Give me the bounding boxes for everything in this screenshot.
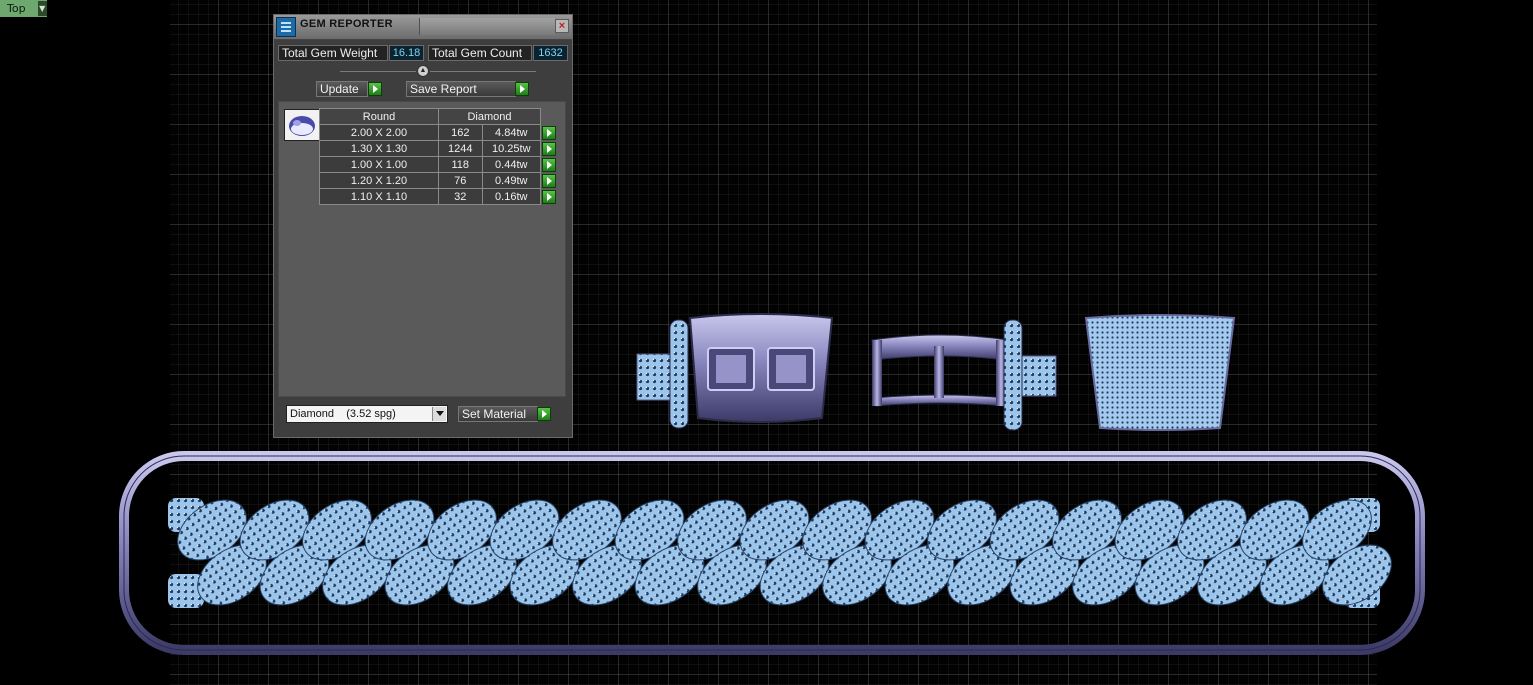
- set-material-button[interactable]: [537, 407, 551, 421]
- column-header-material: Diamond: [438, 108, 541, 125]
- clasp-tongue-model[interactable]: [871, 319, 1057, 431]
- jewelry-scene[interactable]: [0, 0, 1533, 685]
- gem-weight: 0.16tw: [481, 188, 542, 205]
- row-select-cell[interactable]: [541, 125, 558, 141]
- panel-titlebar[interactable]: GEM REPORTER ×: [274, 15, 572, 40]
- clasp-box-model[interactable]: [636, 313, 834, 429]
- row-select-button[interactable]: [542, 125, 556, 140]
- divider: [430, 71, 536, 72]
- save-report-button-label[interactable]: Save Report: [406, 81, 516, 97]
- gem-report-table: Round Diamond 2.00 X 2.00 162 4.84tw 1.30 X…: [319, 108, 558, 205]
- material-selected-value: Diamond (3.52 spg): [290, 408, 396, 420]
- close-icon[interactable]: ×: [555, 19, 569, 33]
- round-gem-thumbnail[interactable]: [284, 109, 320, 141]
- gem-count: 1244: [438, 140, 483, 157]
- gem-size: 1.30 X 1.30: [319, 140, 439, 157]
- row-select-cell[interactable]: [541, 189, 558, 205]
- total-gem-weight-label: Total Gem Weight: [278, 45, 388, 61]
- row-select-button[interactable]: [542, 173, 556, 188]
- row-select-cell[interactable]: [541, 157, 558, 173]
- viewport-view-label[interactable]: Top ▼: [0, 0, 47, 17]
- total-gem-count-label: Total Gem Count: [428, 45, 532, 61]
- column-header-shape: Round: [319, 108, 439, 125]
- pave-panel-model[interactable]: [1084, 314, 1236, 431]
- set-material-button-label[interactable]: Set Material: [458, 406, 538, 422]
- gem-reporter-icon: [276, 17, 296, 37]
- table-row[interactable]: 1.00 X 1.00 118 0.44tw: [319, 156, 558, 173]
- gem-weight: 10.25tw: [481, 140, 542, 157]
- table-row[interactable]: 1.20 X 1.20 76 0.49tw: [319, 172, 558, 189]
- table-row[interactable]: 1.30 X 1.30 1244 10.25tw: [319, 140, 558, 157]
- material-select[interactable]: Diamond (3.52 spg): [286, 405, 448, 423]
- row-select-button[interactable]: [542, 141, 556, 156]
- row-select-button[interactable]: [542, 157, 556, 172]
- row-select-cell[interactable]: [541, 173, 558, 189]
- row-select-cell[interactable]: [541, 141, 558, 157]
- table-row[interactable]: 2.00 X 2.00 162 4.84tw: [319, 124, 558, 141]
- title-drag-area[interactable]: [419, 18, 555, 35]
- collapse-knob-icon[interactable]: ▲: [417, 65, 429, 77]
- gem-weight: 4.84tw: [481, 124, 542, 141]
- divider: [340, 71, 416, 72]
- gem-count: 162: [438, 124, 483, 141]
- total-gem-count-value: 1632: [533, 45, 568, 61]
- gem-weight: 0.44tw: [481, 156, 542, 173]
- total-gem-weight-value: 16.18: [389, 45, 424, 61]
- update-button[interactable]: [368, 82, 382, 96]
- table-row[interactable]: 1.10 X 1.10 32 0.16tw: [319, 188, 558, 205]
- gem-count: 32: [438, 188, 483, 205]
- gem-size: 1.00 X 1.00: [319, 156, 439, 173]
- save-report-button[interactable]: [515, 82, 529, 96]
- update-button-label[interactable]: Update: [316, 81, 368, 97]
- gem-size: 1.10 X 1.10: [319, 188, 439, 205]
- gem-count: 76: [438, 172, 483, 189]
- gem-report-area: Round Diamond 2.00 X 2.00 162 4.84tw 1.30 X…: [278, 101, 566, 397]
- gem-count: 118: [438, 156, 483, 173]
- gem-size: 2.00 X 2.00: [319, 124, 439, 141]
- 3d-viewport[interactable]: Top ▼: [0, 0, 1533, 685]
- gem-weight: 0.49tw: [481, 172, 542, 189]
- view-name: Top: [7, 2, 26, 15]
- row-select-button[interactable]: [542, 189, 557, 204]
- gem-size: 1.20 X 1.20: [319, 172, 439, 189]
- gem-reporter-panel[interactable]: GEM REPORTER × Total Gem Weight 16.18 To…: [273, 14, 573, 438]
- chevron-down-icon[interactable]: [432, 407, 446, 421]
- panel-title: GEM REPORTER: [300, 18, 393, 30]
- chevron-down-icon[interactable]: ▼: [37, 1, 47, 16]
- cuban-chain-model[interactable]: [119, 451, 1425, 655]
